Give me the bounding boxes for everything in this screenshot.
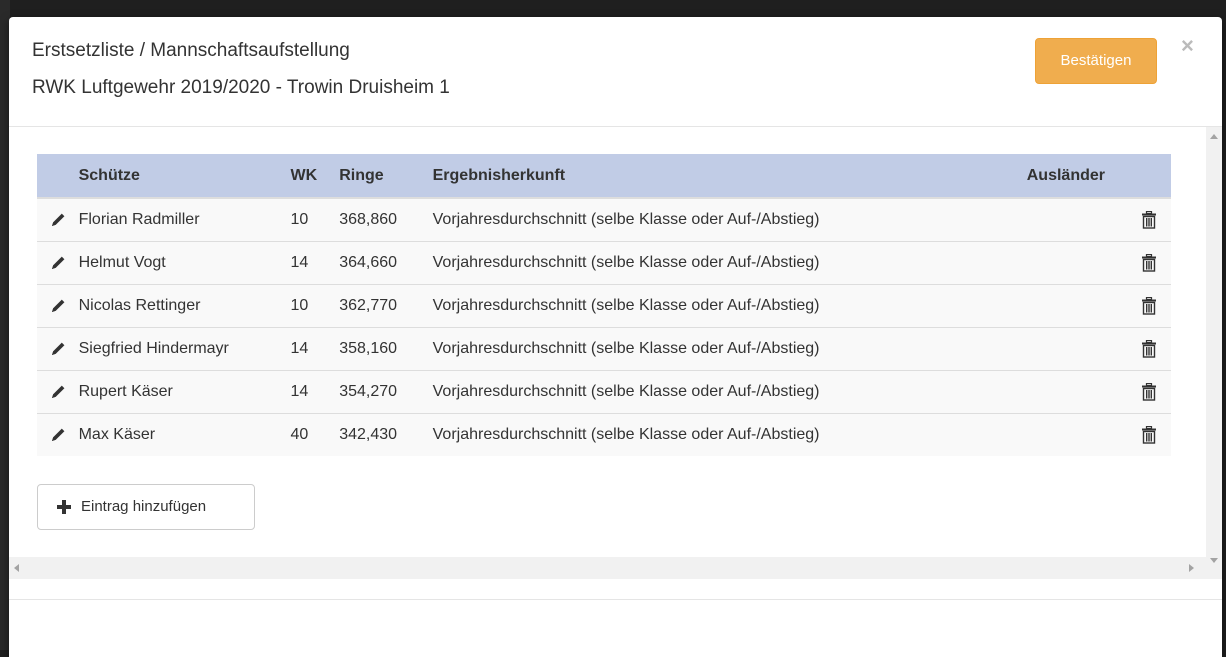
wk-value: 14 <box>290 241 340 285</box>
shooter-name: Nicolas Rettinger <box>78 284 291 328</box>
plus-icon <box>57 500 71 514</box>
horizontal-scrollbar[interactable] <box>9 557 1206 579</box>
modal-header: Erstsetzliste / Mannschaftsaufstellung R… <box>9 17 1222 127</box>
wk-value: 14 <box>290 327 340 371</box>
auslaender-cell <box>955 284 1128 328</box>
scroll-left-arrow-icon[interactable] <box>14 564 19 572</box>
close-icon[interactable]: × <box>1181 35 1194 57</box>
herkunft-value: Vorjahresdurchschnitt (selbe Klasse oder… <box>432 370 956 414</box>
trash-icon[interactable] <box>1141 425 1157 444</box>
delete-cell <box>1127 370 1171 414</box>
ringe-value: 358,160 <box>339 327 433 371</box>
shooter-name: Rupert Käser <box>78 370 291 414</box>
confirm-button[interactable]: Bestätigen <box>1035 38 1157 84</box>
ringe-value: 354,270 <box>339 370 433 414</box>
scroll-right-arrow-icon[interactable] <box>1189 564 1194 572</box>
column-header-schuetze: Schütze <box>78 154 291 199</box>
trash-icon[interactable] <box>1141 253 1157 272</box>
table-row: Florian Radmiller 10 368,860 Vorjahresdurch… <box>37 197 1171 242</box>
table-row: Nicolas Rettinger 10 362,770 Vorjahresdurch… <box>37 284 1171 328</box>
edit-cell <box>37 284 79 328</box>
modal-footer-divider <box>9 599 1222 600</box>
delete-cell <box>1127 284 1171 328</box>
auslaender-cell <box>955 370 1128 414</box>
table-row: Helmut Vogt 14 364,660 Vorjahresdurchschnit… <box>37 241 1171 285</box>
edit-cell <box>37 327 79 371</box>
scroll-down-arrow-icon[interactable] <box>1210 558 1218 563</box>
trash-icon[interactable] <box>1141 382 1157 401</box>
edit-cell <box>37 370 79 414</box>
herkunft-value: Vorjahresdurchschnitt (selbe Klasse oder… <box>432 241 956 285</box>
auslaender-cell <box>955 241 1128 285</box>
add-entry-label: Eintrag hinzufügen <box>81 498 207 515</box>
column-header-wk: WK <box>290 154 340 199</box>
table-row: Rupert Käser 14 354,270 Vorjahresdurchschni… <box>37 370 1171 414</box>
add-entry-button[interactable]: Eintrag hinzufügen <box>37 484 255 530</box>
delete-cell <box>1127 327 1171 371</box>
wk-value: 14 <box>290 370 340 414</box>
column-header-auslaender: Ausländer <box>955 154 1171 199</box>
team-lineup-modal: Erstsetzliste / Mannschaftsaufstellung R… <box>9 17 1222 657</box>
scroll-up-arrow-icon[interactable] <box>1210 134 1218 139</box>
auslaender-cell <box>955 197 1128 242</box>
shooter-name: Max Käser <box>78 413 291 456</box>
table-header-row: Schütze WK Ringe Ergebnisherkunft Auslän… <box>37 154 1171 199</box>
trash-icon[interactable] <box>1141 210 1157 229</box>
wk-value: 10 <box>290 197 340 242</box>
column-header-herkunft: Ergebnisherkunft <box>432 154 956 199</box>
modal-title: Erstsetzliste / Mannschaftsaufstellung <box>32 40 350 61</box>
scrollbar-thumb[interactable] <box>1209 147 1219 547</box>
trash-icon[interactable] <box>1141 296 1157 315</box>
delete-cell <box>1127 197 1171 242</box>
modal-subtitle: RWK Luftgewehr 2019/2020 - Trowin Druish… <box>32 77 450 98</box>
ringe-value: 364,660 <box>339 241 433 285</box>
ringe-value: 362,770 <box>339 284 433 328</box>
lineup-table: Schütze WK Ringe Ergebnisherkunft Auslän… <box>37 154 1171 456</box>
pencil-icon[interactable] <box>49 383 67 401</box>
column-header-ringe: Ringe <box>339 154 433 199</box>
edit-cell <box>37 197 79 242</box>
delete-cell <box>1127 413 1171 456</box>
pencil-icon[interactable] <box>49 297 67 315</box>
table-row: Max Käser 40 342,430 Vorjahresdurchschnitt … <box>37 413 1171 456</box>
auslaender-cell <box>955 413 1128 456</box>
pencil-icon[interactable] <box>49 211 67 229</box>
table-row: Siegfried Hindermayr 14 358,160 Vorjahresdu… <box>37 327 1171 371</box>
column-header-edit <box>37 154 79 199</box>
shooter-name: Siegfried Hindermayr <box>78 327 291 371</box>
pencil-icon[interactable] <box>49 340 67 358</box>
pencil-icon[interactable] <box>49 426 67 444</box>
vertical-scrollbar[interactable] <box>1206 127 1222 579</box>
shooter-name: Helmut Vogt <box>78 241 291 285</box>
edit-cell <box>37 241 79 285</box>
herkunft-value: Vorjahresdurchschnitt (selbe Klasse oder… <box>432 327 956 371</box>
edit-cell <box>37 413 79 456</box>
shooter-name: Florian Radmiller <box>78 197 291 242</box>
wk-value: 10 <box>290 284 340 328</box>
auslaender-cell <box>955 327 1128 371</box>
herkunft-value: Vorjahresdurchschnitt (selbe Klasse oder… <box>432 197 956 242</box>
ringe-value: 342,430 <box>339 413 433 456</box>
modal-body: Schütze WK Ringe Ergebnisherkunft Auslän… <box>9 127 1206 579</box>
ringe-value: 368,860 <box>339 197 433 242</box>
delete-cell <box>1127 241 1171 285</box>
trash-icon[interactable] <box>1141 339 1157 358</box>
wk-value: 40 <box>290 413 340 456</box>
herkunft-value: Vorjahresdurchschnitt (selbe Klasse oder… <box>432 413 956 456</box>
pencil-icon[interactable] <box>49 254 67 272</box>
herkunft-value: Vorjahresdurchschnitt (selbe Klasse oder… <box>432 284 956 328</box>
